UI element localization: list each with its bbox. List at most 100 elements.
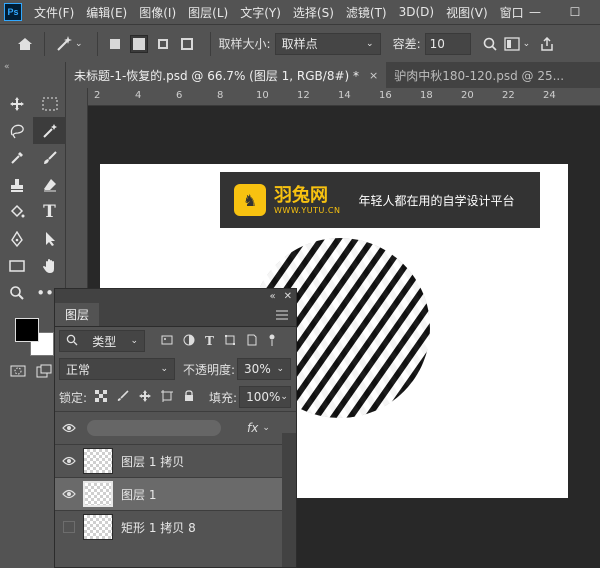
lock-all-icon[interactable] (183, 389, 195, 405)
sample-size-select[interactable]: 取样点 ⌄ (274, 32, 381, 55)
type-filter-icon[interactable]: T (205, 334, 214, 349)
rectangle-tool-icon[interactable] (0, 252, 33, 279)
workspace-layout-icon[interactable] (501, 33, 523, 55)
type-tool-icon[interactable]: T (33, 198, 66, 225)
eraser-tool-icon[interactable] (33, 171, 66, 198)
divider (96, 31, 98, 56)
maximize-button[interactable]: ☐ (560, 0, 590, 24)
new-selection-button[interactable] (106, 35, 124, 53)
lock-artboard-icon[interactable] (161, 389, 174, 405)
menu-file[interactable]: 文件(F) (28, 4, 80, 21)
panel-header: « ✕ (55, 289, 296, 303)
sample-size-value: 取样点 (281, 37, 318, 51)
menu-select[interactable]: 选择(S) (287, 4, 340, 21)
tab-document-2[interactable]: 驴肉中秋180-120.psd @ 25... (386, 62, 573, 88)
tab-layers[interactable]: 图层 (55, 303, 100, 326)
lasso-tool-icon[interactable] (0, 117, 33, 144)
move-tool-icon[interactable] (0, 90, 33, 117)
share-icon[interactable] (536, 33, 558, 55)
eye-icon[interactable] (55, 423, 83, 433)
eye-icon[interactable] (55, 456, 83, 466)
close-icon[interactable]: × (369, 69, 378, 82)
layer-effects-icon[interactable]: fx (247, 421, 258, 435)
watermark-banner: ♞ 羽兔网 WWW.YUTU.CN 年轻人都在用的自学设计平台 (220, 172, 540, 228)
layer-row[interactable]: 图层 1 (55, 477, 296, 510)
layers-scrollbar[interactable] (282, 433, 296, 567)
panel-tab-bar: 图层 (55, 303, 296, 327)
pixel-filter-icon[interactable] (161, 334, 173, 349)
tolerance-input[interactable]: 10 (424, 32, 471, 55)
home-icon[interactable] (14, 33, 36, 55)
blend-opacity-row: 正常 ⌄ 不透明度: 30% ⌄ (55, 355, 296, 383)
document-tabs: 未标题-1-恢复的.psd @ 66.7% (图层 1, RGB/8#) * ×… (66, 62, 600, 88)
tab-document-1[interactable]: 未标题-1-恢复的.psd @ 66.7% (图层 1, RGB/8#) * × (66, 62, 387, 88)
chevron-down-icon: ⌄ (130, 336, 138, 346)
tolerance-label: 容差: (392, 37, 421, 51)
opacity-label: 不透明度: (183, 362, 236, 377)
minimize-button[interactable]: — (520, 0, 550, 24)
tab-document-1-label: 未标题-1-恢复的.psd @ 66.7% (图层 1, RGB/8#) * (74, 68, 360, 83)
search-icon[interactable] (479, 33, 501, 55)
menu-view[interactable]: 视图(V) (440, 4, 494, 21)
quick-mask-icon[interactable] (10, 364, 26, 378)
workspace-dropdown-icon[interactable]: ⌄ (523, 39, 531, 49)
shape-filter-icon[interactable] (224, 334, 236, 349)
panel-menu-icon[interactable] (268, 303, 296, 326)
collapse-toolbar-icon[interactable]: « (0, 62, 65, 72)
menu-layer[interactable]: 图层(L) (182, 4, 234, 21)
intersect-selection-button[interactable] (178, 35, 196, 53)
divider (44, 31, 45, 56)
smart-object-filter-icon[interactable] (246, 334, 258, 349)
ruler-tick: 16 (379, 90, 392, 101)
brush-tool-icon[interactable] (33, 144, 66, 171)
magic-wand-tool-icon[interactable] (33, 117, 66, 144)
menu-filter[interactable]: 滤镜(T) (340, 4, 393, 21)
add-selection-button[interactable] (129, 34, 148, 53)
fill-input[interactable]: 100% ⌄ (239, 386, 292, 408)
layer-kind-value: 类型 (92, 334, 117, 349)
menu-edit[interactable]: 编辑(E) (80, 4, 133, 21)
rabbit-logo-icon: ♞ (234, 184, 266, 216)
layer-row[interactable]: 图层 1 拷贝 (55, 444, 296, 477)
adjustment-filter-icon[interactable] (183, 334, 195, 349)
hand-tool-icon[interactable] (33, 252, 66, 279)
menu-image[interactable]: 图像(I) (133, 4, 182, 21)
magic-wand-preset-icon[interactable] (53, 33, 75, 55)
search-icon (66, 334, 78, 349)
blurred-layer-name (87, 420, 221, 436)
eyedropper-tool-icon[interactable] (0, 144, 33, 171)
collapse-panel-icon[interactable]: « (269, 291, 275, 302)
menu-type[interactable]: 文字(Y) (234, 4, 287, 21)
layer-row[interactable]: 矩形 1 拷贝 8 (55, 510, 296, 543)
lock-pixels-icon[interactable] (117, 389, 129, 405)
fill-label: 填充: (209, 390, 238, 405)
ruler-tick: 12 (297, 90, 310, 101)
close-icon[interactable]: ✕ (284, 291, 292, 302)
path-selection-tool-icon[interactable] (33, 225, 66, 252)
layer-thumbnail (83, 448, 113, 474)
preset-dropdown-icon[interactable]: ⌄ (75, 39, 83, 49)
pen-tool-icon[interactable] (0, 225, 33, 252)
layer-row-blurred[interactable]: fx ⌄ (55, 411, 296, 444)
visibility-toggle-off[interactable] (63, 521, 75, 533)
lock-position-icon[interactable] (139, 389, 152, 405)
lock-transparent-icon[interactable] (95, 389, 108, 405)
stamp-tool-icon[interactable] (0, 171, 33, 198)
menu-3d[interactable]: 3D(D) (393, 5, 440, 19)
zoom-tool-icon[interactable] (0, 279, 33, 306)
screen-mode-icon[interactable] (36, 364, 52, 378)
filter-toggle-icon[interactable] (268, 334, 276, 349)
foreground-color-swatch[interactable] (15, 318, 39, 342)
ruler-tick: 6 (176, 90, 183, 101)
ruler-tick: 4 (135, 90, 142, 101)
subtract-selection-button[interactable] (154, 35, 172, 53)
chevron-down-icon[interactable]: ⌄ (262, 423, 270, 433)
marquee-tool-icon[interactable] (33, 90, 66, 117)
paint-bucket-tool-icon[interactable] (0, 198, 33, 225)
blend-mode-select[interactable]: 正常 ⌄ (59, 358, 175, 380)
eye-icon[interactable] (55, 489, 83, 499)
layer-kind-filter[interactable]: 类型 ⌄ (59, 330, 145, 352)
opacity-value: 30% (244, 362, 271, 376)
ruler-tick: 20 (461, 90, 474, 101)
opacity-input[interactable]: 30% ⌄ (237, 358, 292, 380)
